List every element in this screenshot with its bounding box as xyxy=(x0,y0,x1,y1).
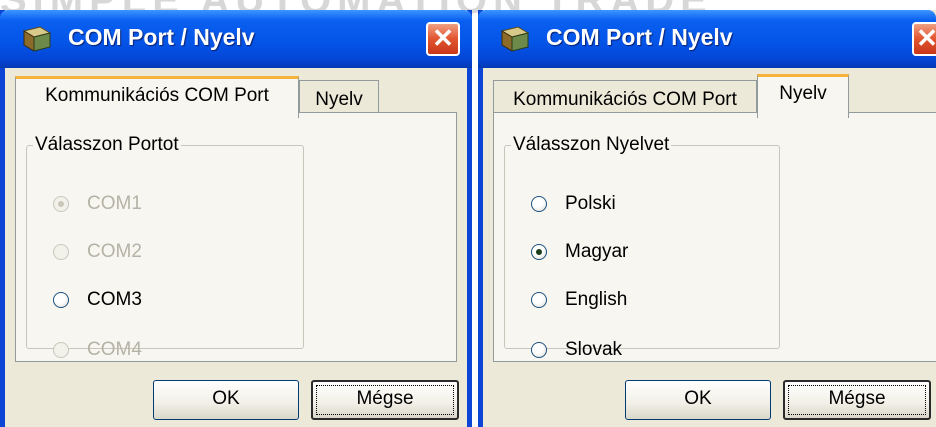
app-icon xyxy=(500,26,530,52)
radio-label[interactable]: English xyxy=(565,289,627,311)
dialog-com-port-tab: COM Port / Nyelv ✕ Kommunikációs COM Por… xyxy=(0,10,472,427)
group-legend: Válasszon Nyelvet xyxy=(513,134,670,155)
tab-label: Nyelv xyxy=(779,83,827,104)
tab-panel: Válasszon Nyelvet Polski Magyar English … xyxy=(493,112,936,362)
tab-label: Kommunikációs COM Port xyxy=(513,89,737,110)
radio-com2: COM2 xyxy=(53,237,142,267)
radio-button[interactable] xyxy=(531,292,547,308)
radio-label[interactable]: COM3 xyxy=(87,289,142,311)
close-icon: ✕ xyxy=(916,23,936,53)
radio-label[interactable]: Slovak xyxy=(565,339,622,361)
title-bar[interactable]: COM Port / Nyelv ✕ xyxy=(0,10,472,68)
tab-strip: Kommunikációs COM Port Nyelv xyxy=(5,68,467,118)
radio-button xyxy=(53,196,69,212)
tab-label: Nyelv xyxy=(315,89,363,110)
tab-language[interactable]: Nyelv xyxy=(757,74,849,118)
group-legend: Válasszon Portot xyxy=(35,134,179,155)
tab-label: Kommunikációs COM Port xyxy=(45,85,269,106)
button-bar: OK Mégse xyxy=(5,362,467,427)
radio-magyar[interactable]: Magyar xyxy=(531,237,628,267)
radio-label: COM2 xyxy=(87,241,142,262)
language-group: Válasszon Nyelvet Polski Magyar English … xyxy=(504,134,780,360)
radio-slovak[interactable]: Slovak xyxy=(531,335,622,365)
window-title: COM Port / Nyelv xyxy=(68,24,255,50)
tab-strip: Kommunikációs COM Port Nyelv xyxy=(483,68,936,118)
radio-com3[interactable]: COM3 xyxy=(53,285,142,315)
app-icon xyxy=(22,26,52,52)
dialog-language-tab: COM Port / Nyelv ✕ Kommunikációs COM Por… xyxy=(478,10,936,427)
tab-panel: Válasszon Portot COM1 COM2 COM3 COM4 xyxy=(15,112,457,362)
radio-button[interactable] xyxy=(53,292,69,308)
ok-label: OK xyxy=(212,388,240,409)
radio-polski[interactable]: Polski xyxy=(531,189,616,219)
radio-com4: COM4 xyxy=(53,335,142,365)
cancel-button[interactable]: Mégse xyxy=(311,380,459,420)
radio-button xyxy=(53,342,69,358)
radio-label[interactable]: Polski xyxy=(565,193,616,215)
cancel-button[interactable]: Mégse xyxy=(783,380,931,420)
ok-button[interactable]: OK xyxy=(153,380,299,420)
window-title: COM Port / Nyelv xyxy=(546,24,733,50)
radio-button xyxy=(53,244,69,260)
close-button[interactable]: ✕ xyxy=(912,22,936,56)
radio-label: COM1 xyxy=(87,193,142,214)
close-button[interactable]: ✕ xyxy=(426,22,460,56)
port-group: Válasszon Portot COM1 COM2 COM3 COM4 xyxy=(26,134,304,360)
tab-com-port[interactable]: Kommunikációs COM Port xyxy=(15,76,299,118)
ok-label: OK xyxy=(684,388,712,409)
radio-english[interactable]: English xyxy=(531,285,627,315)
ok-button[interactable]: OK xyxy=(625,380,771,420)
button-bar: OK Mégse xyxy=(483,362,936,427)
close-icon: ✕ xyxy=(432,23,454,53)
radio-button[interactable] xyxy=(531,196,547,212)
radio-button[interactable] xyxy=(531,342,547,358)
tab-com-port[interactable]: Kommunikációs COM Port xyxy=(493,80,757,116)
radio-label[interactable]: Magyar xyxy=(565,241,628,263)
radio-label: COM4 xyxy=(87,339,142,360)
radio-com1: COM1 xyxy=(53,189,142,219)
radio-button[interactable] xyxy=(531,244,547,260)
title-bar[interactable]: COM Port / Nyelv ✕ xyxy=(478,10,936,68)
tab-language[interactable]: Nyelv xyxy=(299,80,379,116)
